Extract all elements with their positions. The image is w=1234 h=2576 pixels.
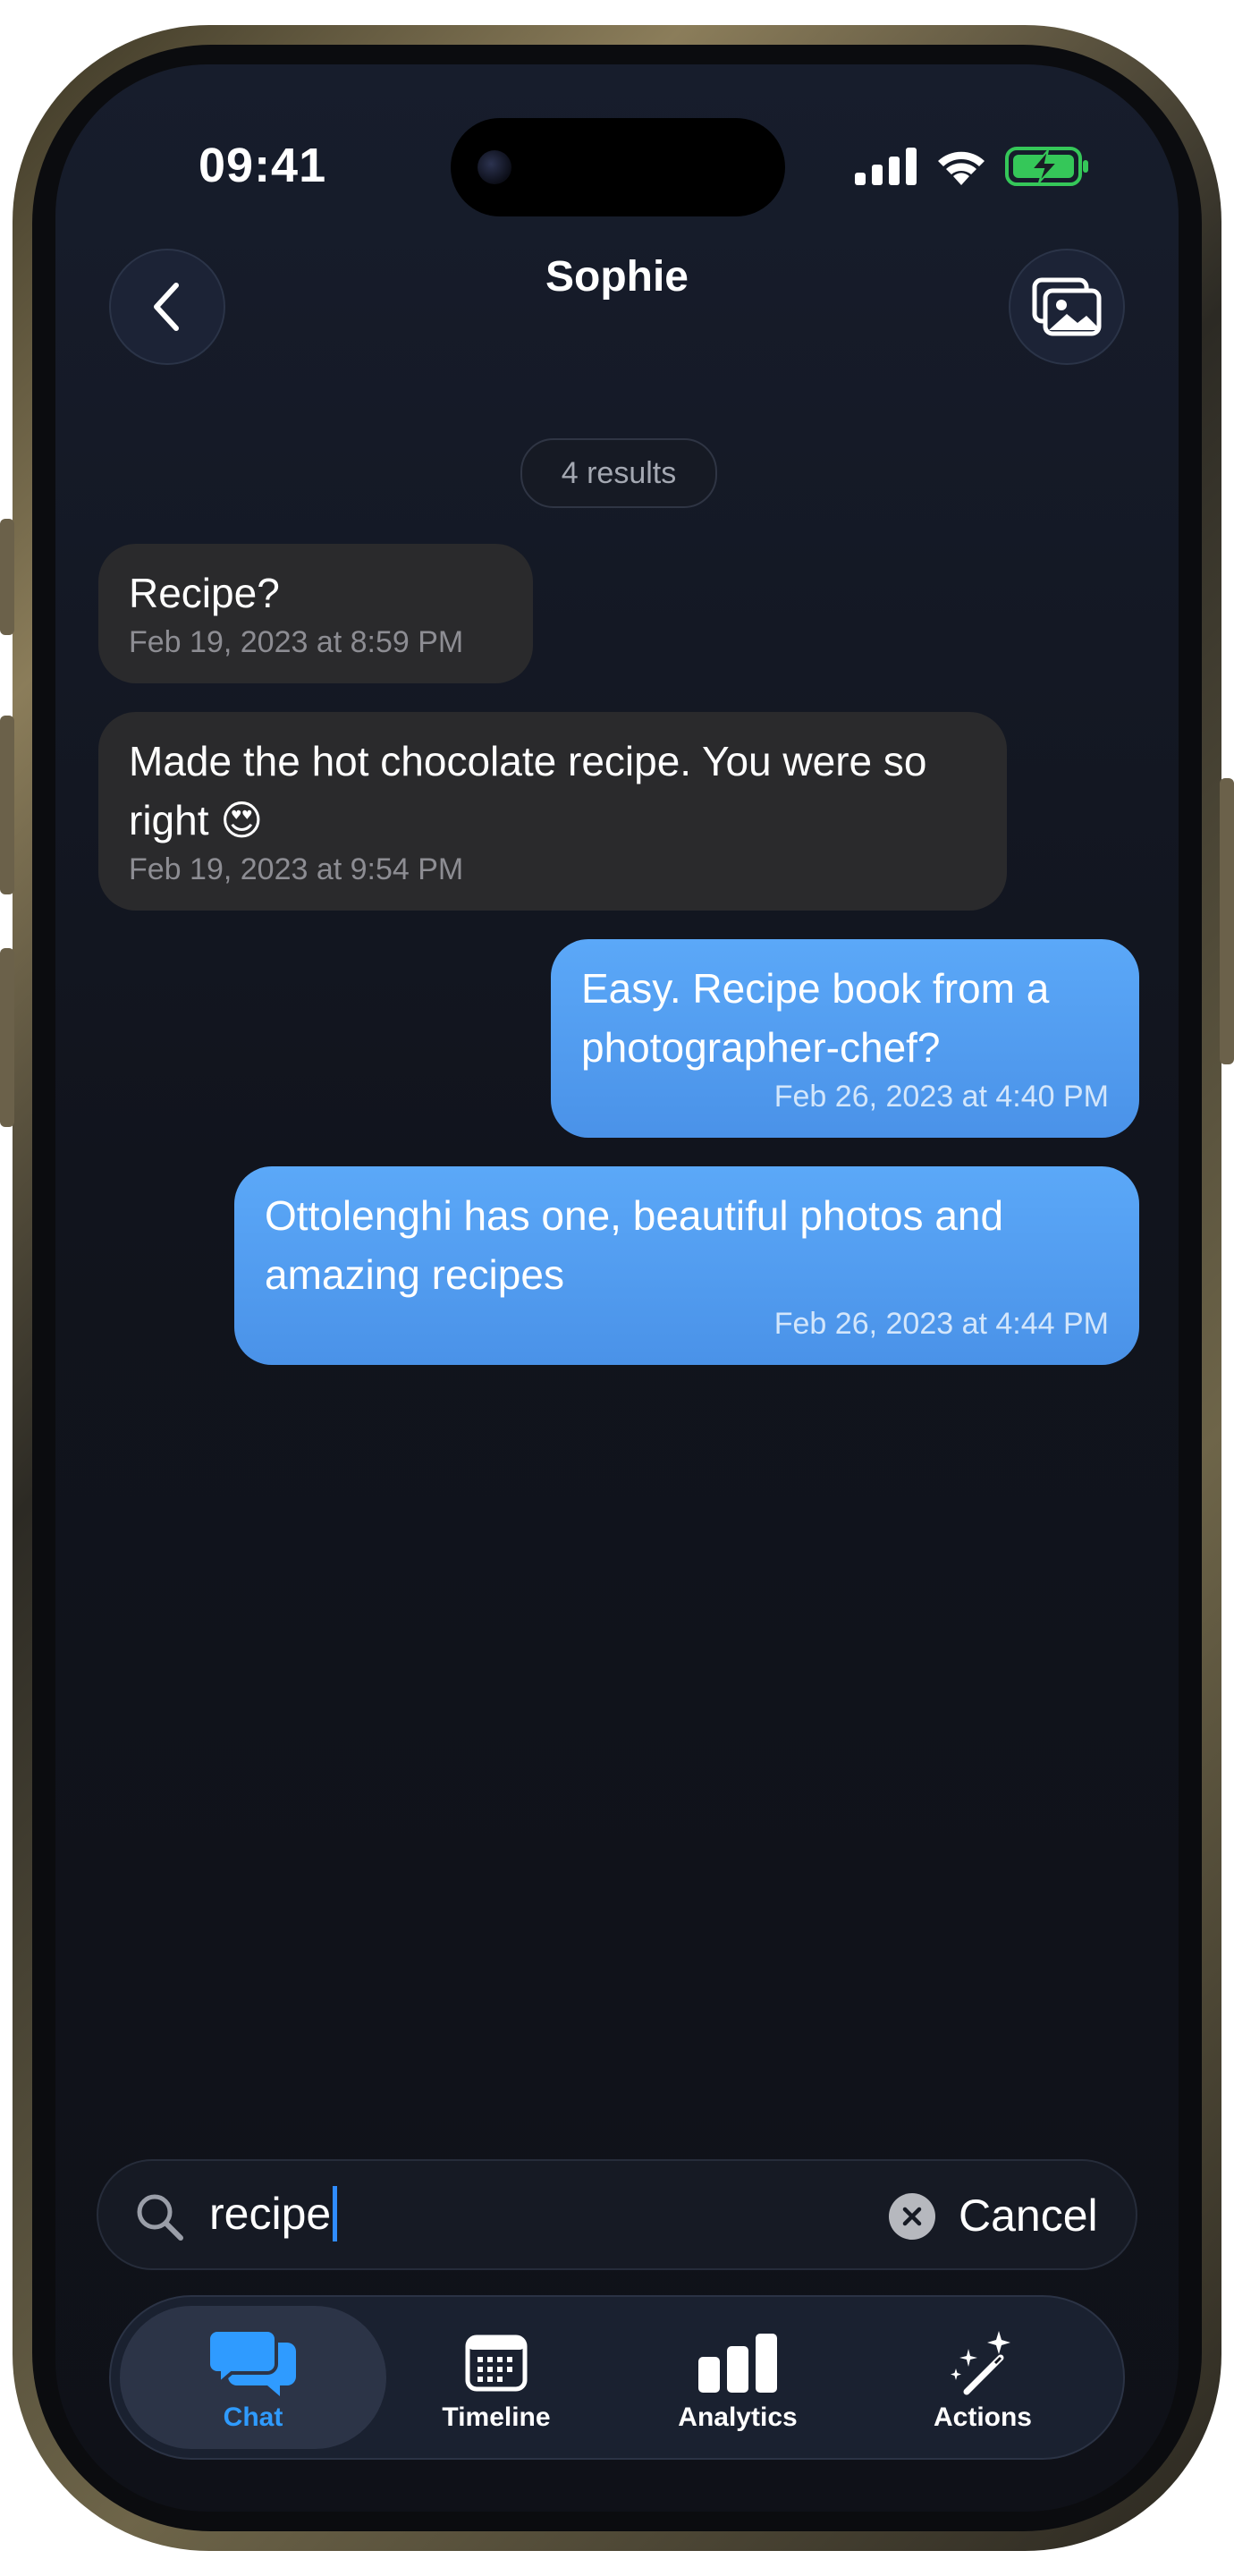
magic-wand-icon: [951, 2331, 1010, 2395]
search-bar: recipe Cancel: [97, 2159, 1137, 2270]
tab-label: Chat: [223, 2402, 283, 2432]
chat-bubbles-icon: [208, 2328, 296, 2396]
tab-label: Timeline: [442, 2402, 551, 2432]
message-timestamp: Feb 19, 2023 at 8:59 PM: [129, 625, 464, 659]
volume-down-button: [0, 948, 14, 1127]
tab-analytics[interactable]: Analytics: [604, 2306, 871, 2449]
media-gallery-button[interactable]: [1009, 249, 1125, 365]
tab-timeline[interactable]: Timeline: [363, 2306, 630, 2449]
message-text: Made the hot chocolate recipe. You were …: [129, 738, 927, 843]
action-button: [0, 519, 14, 635]
tab-label: Actions: [933, 2402, 1032, 2432]
message-bubble-incoming[interactable]: Recipe? Feb 19, 2023 at 8:59 PM: [98, 544, 533, 683]
tab-bar: Chat Timeline Analytics Actions: [109, 2295, 1125, 2460]
message-timestamp: Feb 26, 2023 at 4:44 PM: [773, 1307, 1109, 1341]
close-icon: [902, 2207, 922, 2226]
search-icon: [137, 2194, 183, 2241]
cellular-signal-icon: [855, 148, 917, 185]
message-timestamp: Feb 19, 2023 at 9:54 PM: [129, 852, 464, 886]
dynamic-island: [451, 118, 785, 216]
message-text: Ottolenghi has one, beautiful photos and…: [265, 1192, 1004, 1298]
message-timestamp: Feb 26, 2023 at 4:40 PM: [773, 1080, 1109, 1114]
battery-charging-icon: [1005, 147, 1088, 186]
message-text: Recipe?: [129, 570, 280, 616]
text-caret: [333, 2186, 338, 2241]
message-bubble-incoming[interactable]: Made the hot chocolate recipe. You were …: [98, 712, 1007, 911]
cancel-search-button[interactable]: Cancel: [959, 2188, 1098, 2243]
status-icons: [855, 147, 1089, 186]
message-bubble-outgoing[interactable]: Ottolenghi has one, beautiful photos and…: [234, 1166, 1139, 1365]
clear-search-button[interactable]: [889, 2193, 935, 2240]
calendar-icon: [465, 2334, 528, 2392]
front-camera-icon: [478, 150, 511, 184]
power-button: [1220, 778, 1234, 1064]
screen: 09:41 Sophie 4 results Recipe? Feb 19, 2…: [55, 64, 1179, 2512]
tab-label: Analytics: [678, 2402, 798, 2432]
message-bubble-outgoing[interactable]: Easy. Recipe book from a photographer-ch…: [551, 939, 1139, 1138]
search-input-value: recipe: [209, 2189, 332, 2239]
photos-icon: [1032, 277, 1102, 336]
bar-chart-icon: [698, 2334, 777, 2393]
search-input[interactable]: recipe: [209, 2186, 338, 2241]
tab-chat[interactable]: Chat: [120, 2306, 386, 2449]
volume-up-button: [0, 716, 14, 894]
wifi-icon: [938, 151, 985, 185]
message-text: Easy. Recipe book from a photographer-ch…: [581, 965, 1050, 1071]
tab-actions[interactable]: Actions: [849, 2306, 1116, 2449]
status-time: 09:41: [199, 139, 327, 192]
results-count-badge: 4 results: [520, 438, 717, 508]
